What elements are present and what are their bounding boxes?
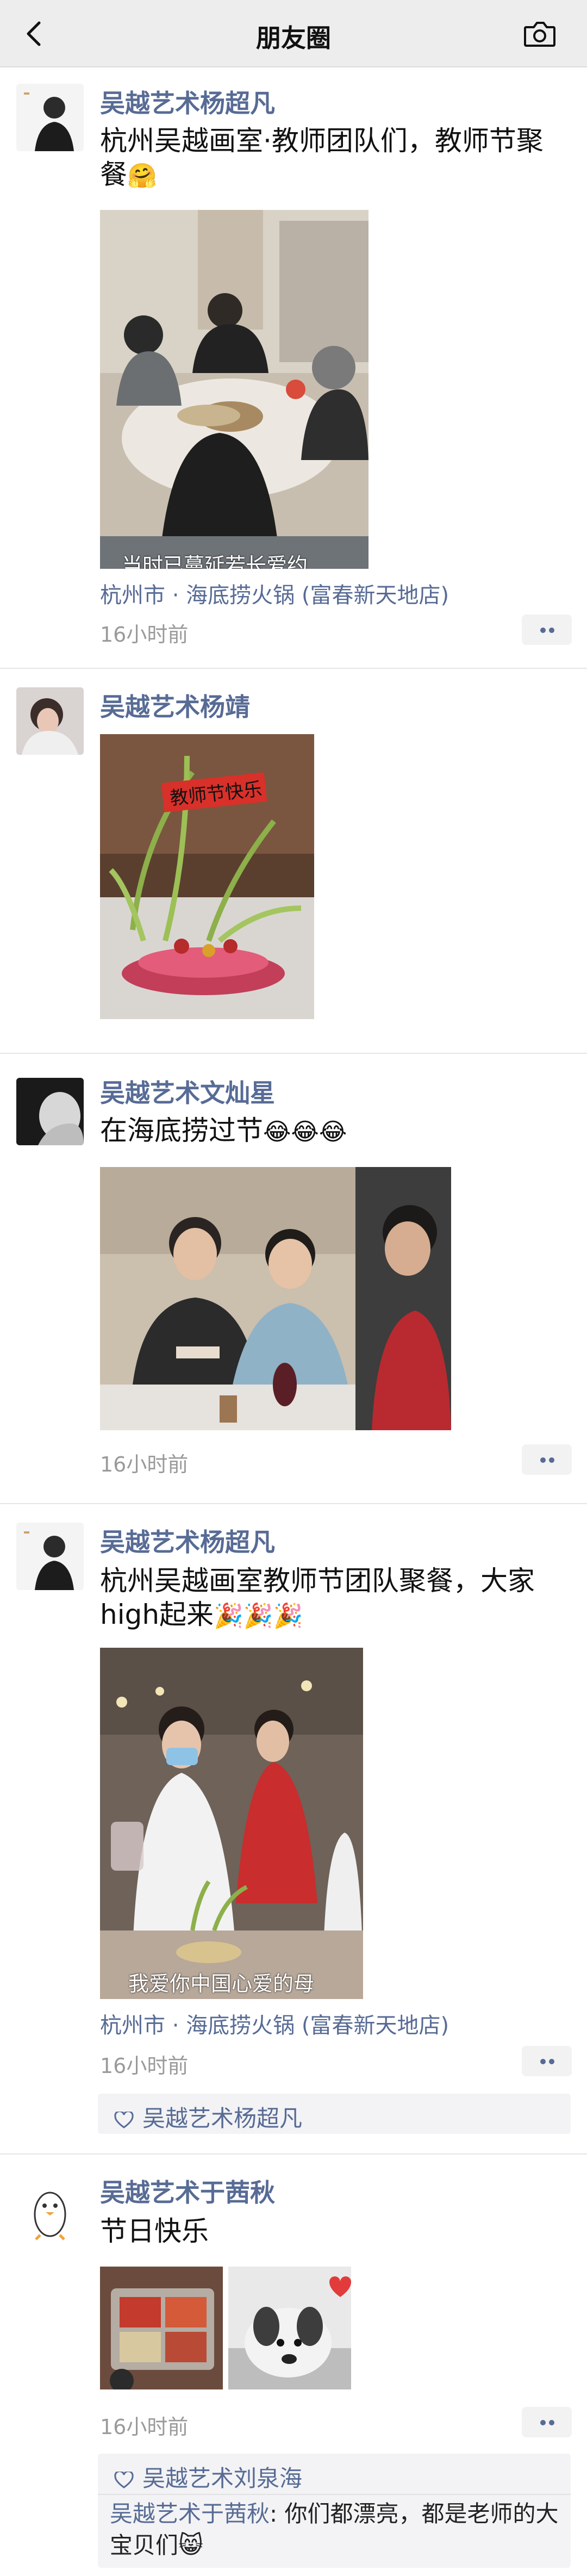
- post-text: 杭州吴越画室教师节团队聚餐，大家high起来🎉🎉🎉: [100, 1564, 562, 1633]
- post-photo[interactable]: 我爱你中国心爱的母: [100, 1648, 363, 1999]
- post-text: 在海底捞过节😂😂😂: [100, 1114, 562, 1149]
- camera-icon[interactable]: [523, 20, 557, 49]
- location-link[interactable]: 杭州市 · 海底捞火锅 (富春新天地店): [100, 2008, 449, 2039]
- moment-post: 吴越艺术杨靖 教师节快乐: [0, 669, 587, 1054]
- post-time: 16小时前: [100, 2415, 189, 2439]
- post-text: 节日快乐: [100, 2215, 209, 2247]
- heart-icon: [114, 2471, 134, 2488]
- video-caption: 我爱你中国心爱的母: [128, 1972, 315, 1996]
- navigation-bar: 朋友圈: [0, 0, 587, 67]
- author-name[interactable]: 吴越艺术文灿星: [100, 1073, 275, 1109]
- post-text-content: 在海底捞过节: [100, 1115, 263, 1146]
- heart-icon: [114, 2111, 134, 2128]
- post-photo[interactable]: 当时已蔓延若长爱约: [100, 210, 369, 569]
- hug-emoji: 🤗: [127, 162, 157, 190]
- post-photo[interactable]: [100, 2267, 223, 2389]
- more-actions-button[interactable]: [522, 1444, 572, 1475]
- moment-post: 吴越艺术于茜秋 节日快乐 16小时前 吴越艺术刘泉海 吴越艺术于茜秋: 你们都漂…: [0, 2155, 587, 2576]
- likes-row: 吴越艺术杨超凡: [114, 2100, 302, 2133]
- liker-name[interactable]: 吴越艺术杨超凡: [142, 2105, 302, 2132]
- likes-divider: [98, 2494, 571, 2495]
- moment-post: 吴越艺术杨超凡 杭州吴越画室教师节团队聚餐，大家high起来🎉🎉🎉 我爱你中国心…: [0, 1504, 587, 2155]
- video-caption: 当时已蔓延若长爱约: [122, 554, 308, 569]
- post-photo[interactable]: [100, 1167, 451, 1430]
- avatar[interactable]: [16, 1078, 84, 1145]
- likes-row: 吴越艺术刘泉海: [114, 2460, 302, 2493]
- moment-post: 吴越艺术文灿星 在海底捞过节😂😂😂 16小时前: [0, 1054, 587, 1504]
- moment-post: 吴越艺术杨超凡 杭州吴越画室·教师团队们，教师节聚餐🤗 当时已蔓延若长爱约 杭州…: [0, 67, 587, 669]
- avatar[interactable]: [16, 84, 84, 151]
- avatar[interactable]: [16, 687, 84, 755]
- laughing-emoji: 😂😂😂: [263, 1118, 347, 1146]
- post-photo[interactable]: 教师节快乐: [100, 734, 314, 1019]
- post-text-content: 杭州吴越画室教师节团队聚餐，大家high起来: [100, 1565, 535, 1630]
- likes-box: 吴越艺术杨超凡: [98, 2094, 571, 2134]
- party-emoji: 🎉🎉🎉: [214, 1602, 303, 1630]
- more-actions-button[interactable]: [522, 614, 572, 645]
- post-time: 16小时前: [100, 2054, 189, 2078]
- comment-item[interactable]: 吴越艺术于茜秋: 你们都漂亮，都是老师的大宝贝们😸: [110, 2498, 561, 2561]
- cat-emoji: 😸: [178, 2531, 203, 2559]
- author-name[interactable]: 吴越艺术杨超凡: [100, 84, 275, 120]
- post-text: 杭州吴越画室·教师团队们，教师节聚餐🤗: [100, 124, 562, 193]
- likes-comments-box: 吴越艺术刘泉海 吴越艺术于茜秋: 你们都漂亮，都是老师的大宝贝们😸: [98, 2454, 571, 2568]
- avatar[interactable]: [16, 1523, 84, 1590]
- author-name[interactable]: 吴越艺术杨超凡: [100, 1523, 275, 1559]
- author-name[interactable]: 吴越艺术于茜秋: [100, 2173, 275, 2209]
- liker-name[interactable]: 吴越艺术刘泉海: [142, 2465, 302, 2492]
- avatar[interactable]: [16, 2178, 84, 2246]
- author-name[interactable]: 吴越艺术杨靖: [100, 687, 250, 723]
- page-title: 朋友圈: [256, 23, 331, 53]
- post-photo[interactable]: [228, 2267, 351, 2389]
- post-time: 16小时前: [100, 1453, 189, 1476]
- more-actions-button[interactable]: [522, 2046, 572, 2076]
- commenter-name[interactable]: 吴越艺术于茜秋: [110, 2500, 270, 2527]
- post-time: 16小时前: [100, 623, 189, 647]
- post-text-content: 杭州吴越画室·教师团队们，教师节聚餐: [100, 125, 544, 190]
- location-link[interactable]: 杭州市 · 海底捞火锅 (富春新天地店): [100, 578, 449, 609]
- more-actions-button[interactable]: [522, 2407, 572, 2437]
